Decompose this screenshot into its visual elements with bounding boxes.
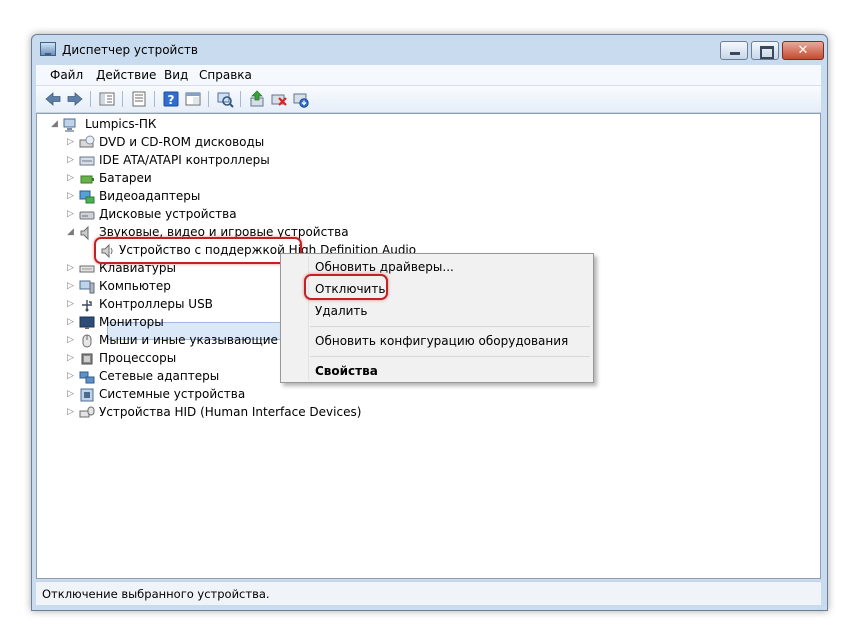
close-icon: ✕ (797, 43, 809, 58)
tree-category-row[interactable]: ▷ Дисковые устройства (67, 206, 403, 224)
tree-root[interactable]: ◢ Lumpics-ПК (47, 116, 247, 134)
system-device-icon (79, 387, 95, 403)
close-button[interactable]: ✕ (782, 41, 824, 60)
disk-drive-icon (79, 207, 95, 223)
uninstall-menu-item[interactable]: Удалить (315, 304, 368, 318)
context-menu-separator (310, 326, 590, 327)
toolbar-separator (122, 91, 123, 107)
disable-highlight-annotation (304, 274, 388, 300)
expand-arrow-icon[interactable]: ▷ (67, 280, 77, 292)
expand-arrow-icon[interactable]: ▷ (67, 208, 77, 220)
tree-item-label: Процессоры (99, 351, 177, 365)
context-menu: Обновить драйверы... Отключить Удалить О… (280, 253, 594, 383)
title-bar[interactable]: Диспетчер устройств ✕ (32, 35, 827, 65)
tree-category-row[interactable]: ▷ Видеоадаптеры (67, 188, 403, 206)
view-pane-icon[interactable] (184, 90, 202, 108)
window-title: Диспетчер устройств (62, 43, 199, 57)
maximize-icon (760, 46, 774, 59)
update-drivers-menu-item[interactable]: Обновить драйверы... (315, 260, 454, 274)
expand-arrow-icon[interactable]: ▷ (67, 262, 77, 274)
expand-arrow-icon[interactable]: ▷ (67, 388, 77, 400)
dvd-drive-icon (79, 135, 95, 151)
ide-controller-icon (79, 153, 95, 169)
tree-item-label: Видеоадаптеры (99, 189, 201, 203)
menu-view[interactable]: Вид (164, 68, 188, 82)
back-arrow-icon[interactable] (44, 90, 62, 108)
tree-category-row[interactable]: ▷ Устройства HID (Human Interface Devices… (67, 404, 403, 422)
tree-root-label: Lumpics-ПК (85, 117, 157, 131)
expand-arrow-icon[interactable]: ▷ (67, 172, 77, 184)
device-manager-app-icon (40, 42, 56, 56)
monitor-icon (79, 315, 95, 331)
forward-arrow-icon[interactable] (66, 90, 84, 108)
network-adapter-icon (79, 369, 95, 385)
tree-item-label: Дисковые устройства (99, 207, 237, 221)
expand-arrow-icon[interactable]: ▷ (67, 334, 77, 346)
toolbar-separator (240, 91, 241, 107)
computer-root-icon (63, 117, 79, 133)
toolbar: ? (36, 86, 821, 113)
menu-bar: Файл Действие Вид Справка (36, 65, 821, 86)
uninstall-device-icon[interactable] (292, 90, 310, 108)
scan-hardware-icon[interactable] (216, 90, 234, 108)
expand-arrow-icon[interactable]: ▷ (67, 298, 77, 310)
toolbar-separator (90, 91, 91, 107)
tree-item-label: DVD и CD-ROM дисководы (99, 135, 265, 149)
usb-controller-icon (79, 297, 95, 313)
tree-category-row[interactable]: ▷ Батареи (67, 170, 403, 188)
maximize-button[interactable] (751, 41, 779, 60)
tree-item-label: Батареи (99, 171, 152, 185)
minimize-button[interactable] (720, 41, 748, 60)
expand-arrow-icon[interactable]: ▷ (67, 406, 77, 418)
expand-arrow-icon[interactable]: ▷ (67, 316, 77, 328)
keyboard-icon (79, 261, 95, 277)
speaker-icon (79, 225, 95, 241)
properties-icon[interactable] (130, 90, 148, 108)
tree-item-label: IDE ATA/ATAPI контроллеры (99, 153, 270, 167)
toolbar-separator (208, 91, 209, 107)
tree-category-row[interactable]: ▷ DVD и CD-ROM дисководы (67, 134, 403, 152)
help-icon[interactable]: ? (162, 90, 180, 108)
menu-action[interactable]: Действие (96, 68, 156, 82)
computer-icon (79, 279, 95, 295)
toolbar-separator (154, 91, 155, 107)
tree-category-row[interactable]: ▷ IDE ATA/ATAPI контроллеры (67, 152, 403, 170)
device-highlight-annotation (94, 237, 302, 264)
tree-item-label: Устройства HID (Human Interface Devices) (99, 405, 362, 419)
properties-menu-item[interactable]: Свойства (315, 364, 378, 378)
tree-item-label: Мониторы (99, 315, 164, 329)
mouse-icon (79, 333, 95, 349)
menu-file[interactable]: Файл (50, 68, 83, 82)
tree-item-label: Компьютер (99, 279, 171, 293)
context-menu-separator (310, 356, 590, 357)
expand-arrow-icon[interactable]: ▷ (67, 352, 77, 364)
hid-device-icon (79, 405, 95, 421)
processor-icon (79, 351, 95, 367)
minimize-icon (730, 52, 740, 55)
expand-arrow-icon[interactable]: ▷ (67, 370, 77, 382)
tree-item-label: Системные устройства (99, 387, 246, 401)
tree-item-label: Сетевые адаптеры (99, 369, 220, 383)
status-bar: Отключение выбранного устройства. (36, 581, 821, 605)
tree-category-row[interactable]: ▷ Системные устройства (67, 386, 403, 404)
disable-device-icon[interactable] (270, 90, 288, 108)
expand-arrow-icon[interactable]: ▷ (67, 190, 77, 202)
show-hide-tree-icon[interactable] (98, 90, 116, 108)
scan-hardware-menu-item[interactable]: Обновить конфигурацию оборудования (315, 334, 568, 348)
status-text: Отключение выбранного устройства. (42, 587, 270, 601)
collapse-arrow-icon[interactable]: ◢ (67, 226, 77, 238)
battery-icon (79, 171, 95, 187)
display-adapter-icon (79, 189, 95, 205)
update-driver-icon[interactable] (248, 90, 266, 108)
menu-help[interactable]: Справка (199, 68, 252, 82)
expand-arrow-icon[interactable]: ▷ (67, 154, 77, 166)
collapse-arrow-icon[interactable]: ◢ (51, 118, 61, 130)
expand-arrow-icon[interactable]: ▷ (67, 136, 77, 148)
tree-item-label: Контроллеры USB (99, 297, 213, 311)
svg-text:?: ? (168, 93, 175, 107)
